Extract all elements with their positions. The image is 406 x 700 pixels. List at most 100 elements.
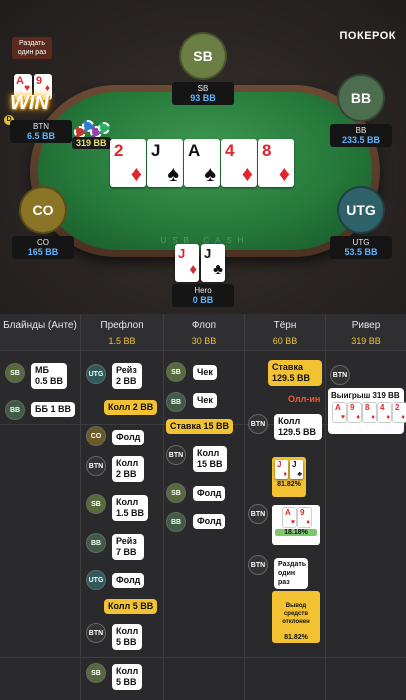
position-label: BB bbox=[9, 406, 21, 414]
card: J ♦ bbox=[175, 244, 199, 282]
seat-co[interactable]: CO CO 165 BB bbox=[10, 186, 76, 259]
card-suit: ♦ bbox=[306, 519, 310, 526]
action-bubble: Фолд bbox=[193, 514, 226, 529]
card-rank: 8 bbox=[365, 403, 370, 412]
player-plate: CO 165 BB bbox=[12, 236, 74, 259]
board-card: 8 ♦ bbox=[258, 139, 294, 187]
ev-box: Вывод средств отклонен 81.82% bbox=[272, 591, 320, 643]
hero-equity-box: J ♦ J ♣ 81.82% bbox=[272, 457, 306, 497]
avatar: SB bbox=[179, 32, 227, 80]
hero-action-bubble: Колл 5 BB bbox=[104, 599, 158, 614]
card-rank: J bbox=[151, 141, 161, 160]
card-suit: ♥ bbox=[290, 519, 295, 526]
card-rank: 2 bbox=[114, 141, 124, 160]
position-badge-sb: SB bbox=[5, 363, 25, 383]
position-badge-btn: BTN bbox=[86, 623, 106, 643]
position-badge-bb: BB bbox=[166, 392, 186, 412]
win-result-text: Выигрыш 319 BB bbox=[331, 391, 400, 400]
card: 2 ♦ bbox=[393, 403, 406, 422]
position-label: SB bbox=[10, 369, 20, 377]
player-name: BTN bbox=[33, 122, 49, 131]
position-badge-bb: BB bbox=[166, 512, 186, 532]
seat-btn[interactable]: BTN 6.5 BB bbox=[10, 120, 72, 143]
card-suit: ♣ bbox=[297, 471, 302, 478]
position-label: SB bbox=[171, 489, 181, 497]
community-board: 2 ♦ J ♠ A ♠ 4 ♦ 8 ♦ bbox=[110, 139, 294, 187]
street-label: Блайнды (Анте) bbox=[3, 320, 77, 331]
equity-cards: A ♥ 9 ♦ bbox=[283, 508, 325, 527]
card-rank: J bbox=[204, 246, 212, 261]
hero-action-bubble: Ставка 129.5 BB bbox=[268, 360, 322, 386]
card-rank: J bbox=[277, 460, 282, 469]
player-plate: BB 233.5 BB bbox=[330, 124, 392, 147]
action-bubble: Колл 15 BB bbox=[193, 446, 227, 472]
position-label: BTN bbox=[250, 510, 266, 518]
seat-bb[interactable]: BB BB 233.5 BB bbox=[328, 74, 394, 147]
position-badge-sb: SB bbox=[86, 663, 106, 683]
position-badge-sb: SB bbox=[166, 483, 186, 503]
card-suit: ♥ bbox=[340, 414, 345, 421]
card: A ♥ bbox=[283, 508, 296, 527]
card-rank: 9 bbox=[350, 403, 355, 412]
position-label: BTN bbox=[250, 561, 266, 569]
board-card: A ♠ bbox=[184, 139, 220, 187]
equity-cards: J ♦ J ♣ bbox=[275, 460, 303, 479]
position-label: SB bbox=[91, 500, 101, 508]
card: 9 ♦ bbox=[348, 403, 361, 422]
street-pot: 319 BB bbox=[351, 336, 381, 346]
seat-sb[interactable]: SB SB 93 BB bbox=[170, 32, 236, 105]
card-rank: 4 bbox=[225, 141, 235, 160]
hero-hole-cards: J ♦ J ♣ bbox=[175, 244, 225, 282]
villain-equity-box: A ♥ 9 ♦ 18.18% bbox=[272, 505, 320, 545]
card: 8 ♦ bbox=[363, 403, 376, 422]
player-name: Hero bbox=[194, 286, 212, 295]
card: 4 ♦ bbox=[378, 403, 391, 422]
card-rank: 2 bbox=[395, 403, 400, 412]
position-badge-sb: SB bbox=[166, 362, 186, 382]
pot-amount: 319 BB bbox=[72, 137, 111, 149]
card-suit: ♦ bbox=[241, 161, 253, 186]
position-badge-btn: BTN bbox=[248, 414, 268, 434]
action-bubble: Фолд bbox=[193, 486, 226, 501]
card-rank: A bbox=[188, 141, 201, 160]
board-card: 4 ♦ bbox=[221, 139, 257, 187]
position-badge-btn: BTN bbox=[248, 555, 268, 575]
position-label: CO bbox=[90, 432, 102, 440]
card: J ♦ bbox=[275, 460, 288, 479]
card-rank: 8 bbox=[262, 141, 272, 160]
win-badge: WIN bbox=[10, 92, 49, 114]
avatar: UTG bbox=[337, 186, 385, 234]
board-card: J ♠ bbox=[147, 139, 183, 187]
card: A ♥ bbox=[333, 403, 346, 422]
hand-history[interactable]: Блайнды (Анте) Префлоп 1.5 BB Флоп 30 BB… bbox=[0, 314, 406, 700]
position-label: BTN bbox=[332, 371, 348, 379]
action-bubble: Колл 5 BB bbox=[112, 664, 142, 690]
position-badge-sb: SB bbox=[86, 494, 106, 514]
action-bubble: Колл 129.5 BB bbox=[274, 414, 322, 440]
position-label: SB bbox=[91, 669, 101, 677]
card-rank: A bbox=[16, 75, 24, 87]
brand-logo: ПОКЕРОК bbox=[339, 30, 396, 42]
player-plate: SB 93 BB bbox=[172, 82, 234, 105]
card-rank: 9 bbox=[300, 508, 305, 517]
position-badge-utg: UTG bbox=[86, 570, 106, 590]
position-badge-btn: BTN bbox=[86, 456, 106, 476]
street-pot: 60 BB bbox=[272, 336, 298, 346]
column-header-flop: Флоп 30 BB bbox=[164, 314, 244, 350]
position-badge-co: CO bbox=[86, 426, 106, 446]
seat-utg[interactable]: UTG UTG 53.5 BB bbox=[328, 186, 394, 259]
position-badge-bb: BB bbox=[5, 400, 25, 420]
hero-action-bubble: Ставка 15 BB bbox=[166, 419, 233, 434]
ev-percent: 81.82% bbox=[284, 634, 308, 641]
position-label: BB bbox=[90, 539, 102, 547]
avatar: CO bbox=[19, 186, 67, 234]
action-bubble: Рейз 2 BB bbox=[112, 363, 142, 389]
street-pot: 30 BB bbox=[191, 336, 217, 346]
action-bubble: Чек bbox=[193, 365, 217, 380]
player-name: SB bbox=[197, 84, 209, 93]
street-label: Тёрн bbox=[273, 320, 297, 331]
player-name: BB bbox=[355, 126, 367, 135]
run-it-once-bubble: Раздать один раз bbox=[274, 558, 308, 589]
seat-hero[interactable]: Hero 0 BB bbox=[172, 284, 234, 307]
position-label: BTN bbox=[250, 420, 266, 428]
